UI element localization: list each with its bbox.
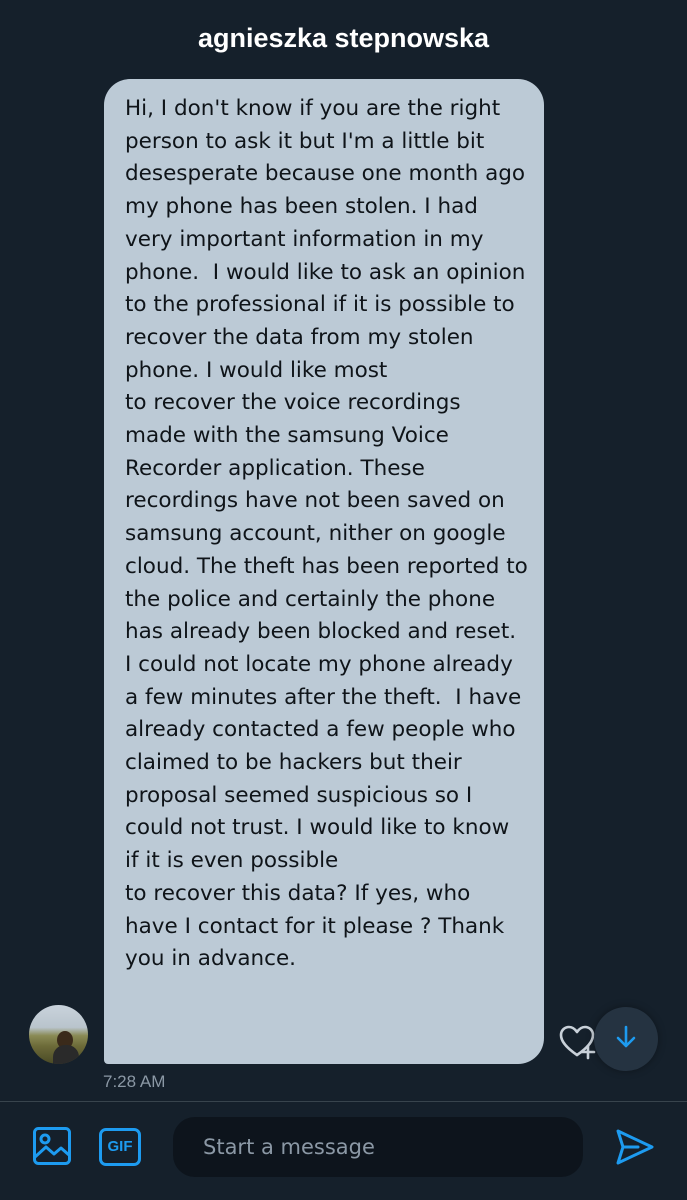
scroll-to-bottom-button[interactable] [594, 1007, 658, 1071]
message-bubble[interactable]: Hi, I don't know if you are the right pe… [104, 79, 544, 1064]
conversation-title[interactable]: agnieszka stepnowska [0, 18, 687, 58]
send-icon[interactable] [614, 1127, 656, 1167]
image-icon[interactable] [32, 1126, 72, 1166]
avatar[interactable] [29, 1005, 88, 1064]
arrow-down-icon [614, 1024, 638, 1054]
message-input[interactable] [173, 1117, 583, 1177]
gif-button[interactable]: GIF [99, 1128, 141, 1166]
dm-conversation-screen: agnieszka stepnowska Hi, I don't know if… [0, 0, 687, 1200]
heart-icon[interactable] [558, 1024, 596, 1060]
message-timestamp: 7:28 AM [103, 1072, 166, 1091]
avatar-figure-body [53, 1045, 79, 1064]
